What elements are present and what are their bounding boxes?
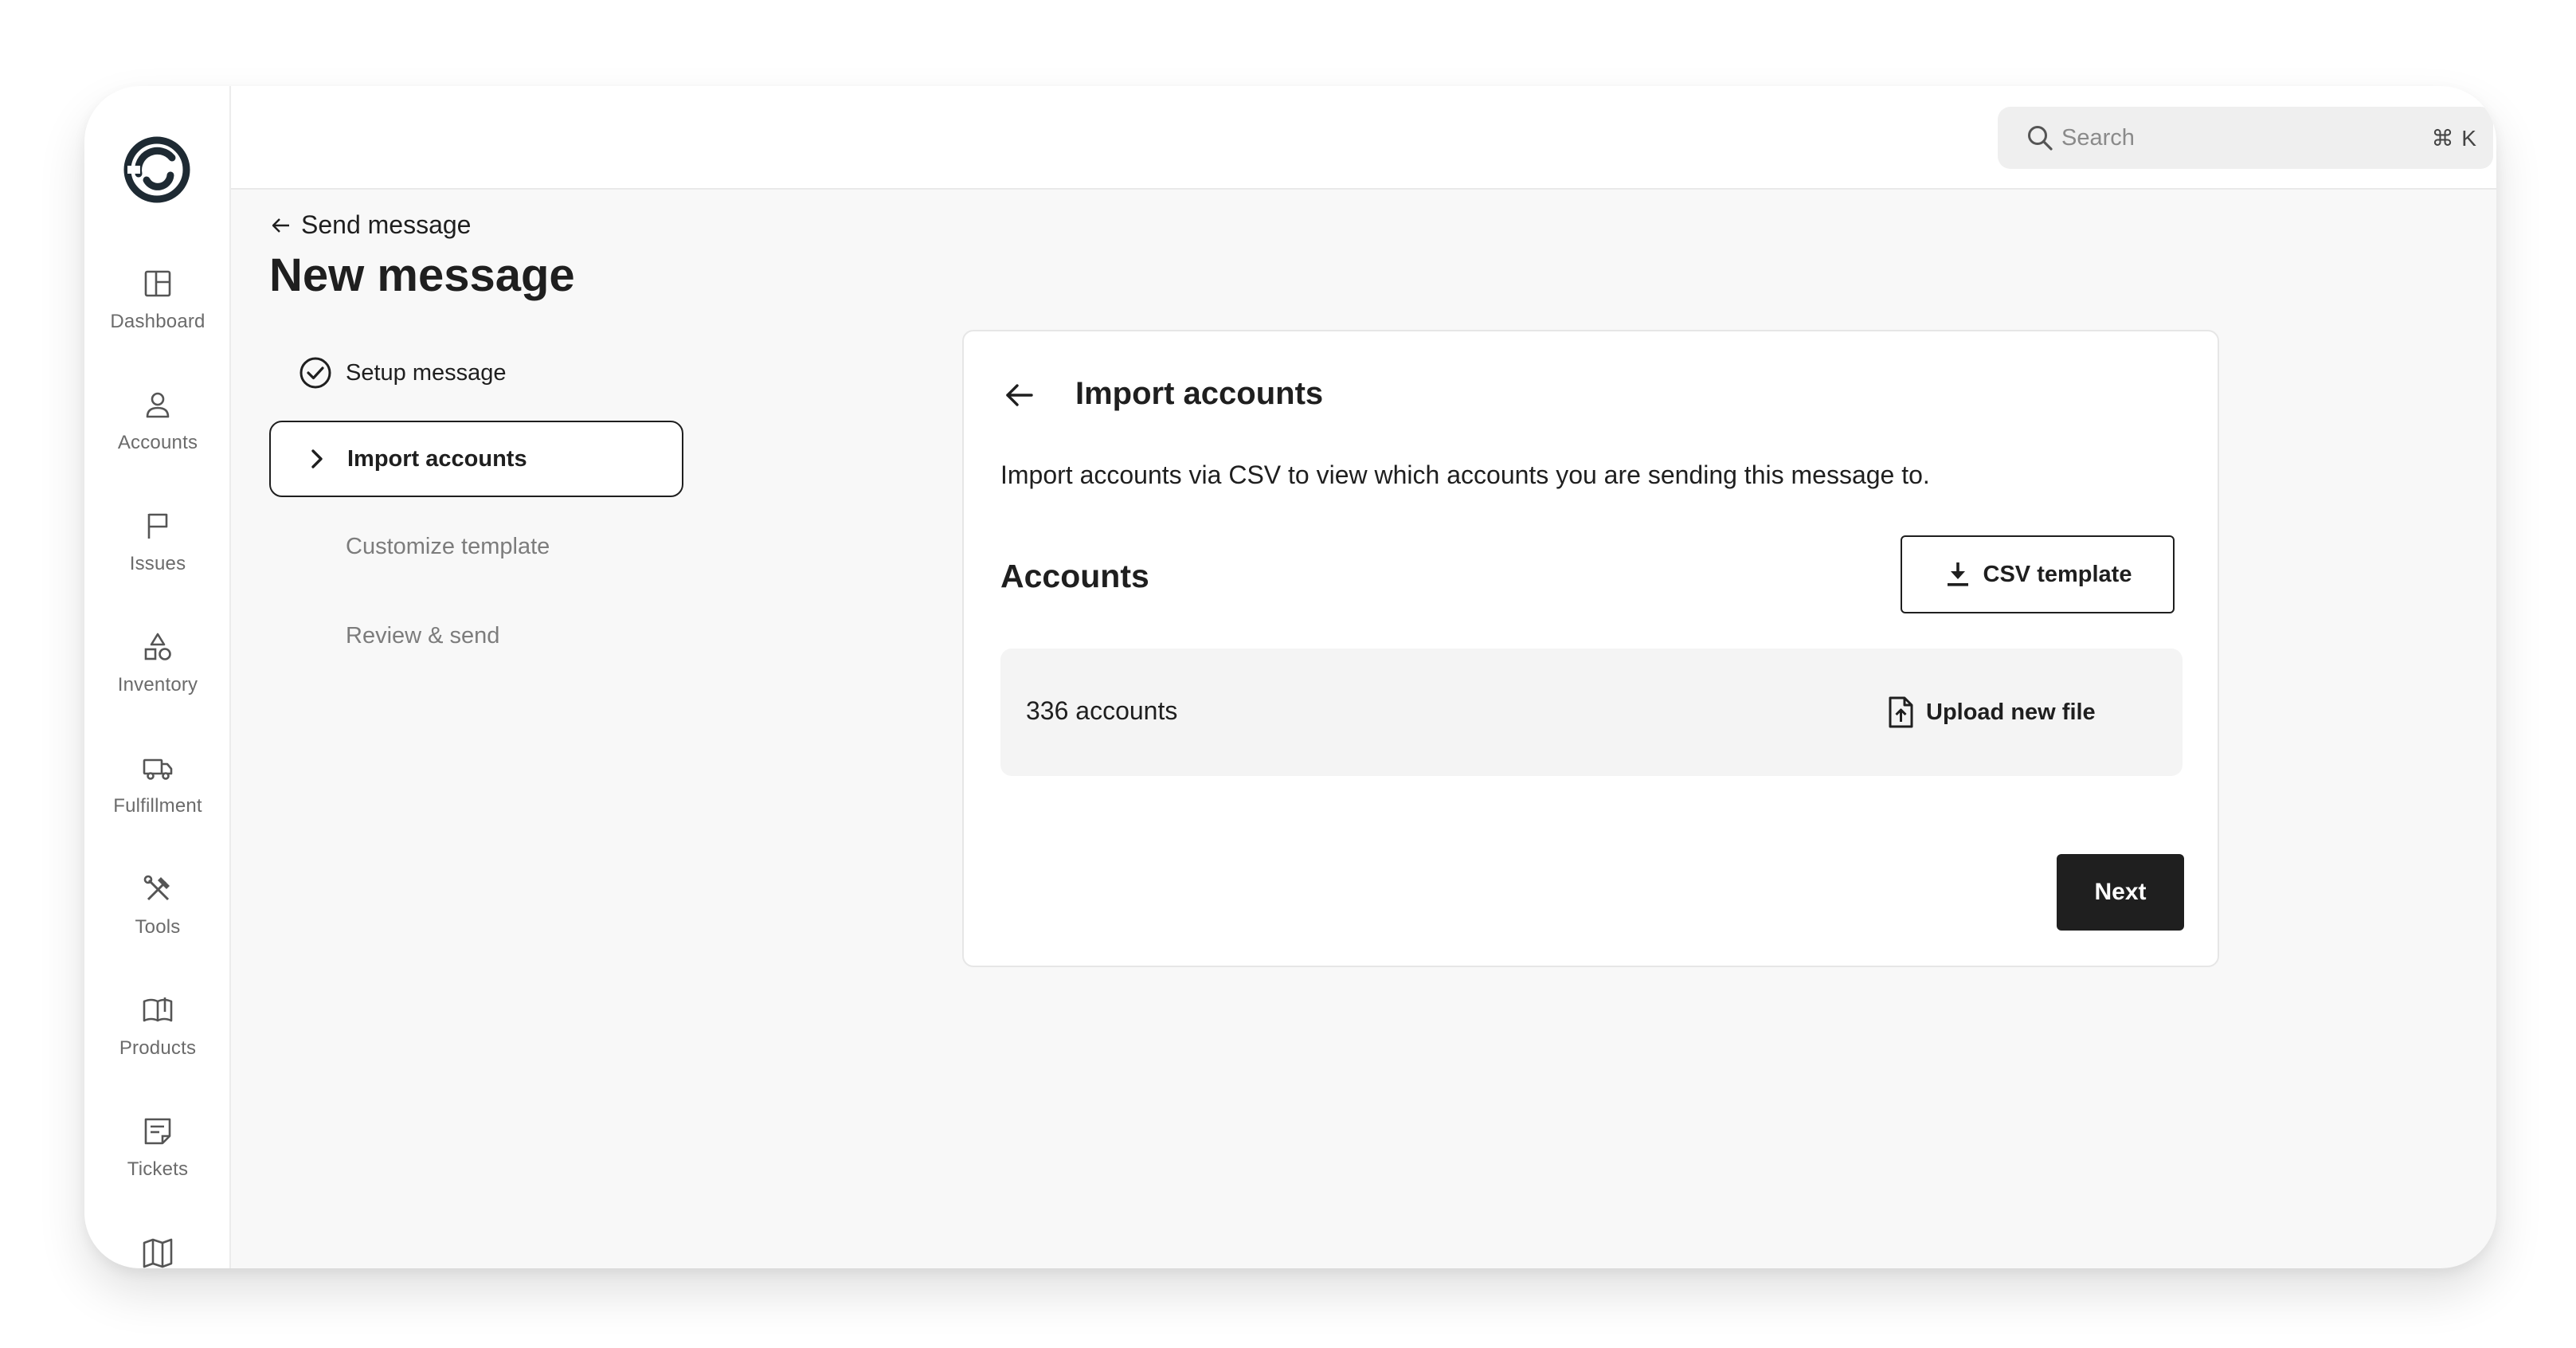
arrow-left-icon xyxy=(1006,384,1033,406)
search-box[interactable]: ⌘ K xyxy=(1998,107,2493,169)
sidebar-item-tools[interactable]: Tools xyxy=(84,873,231,961)
accounts-summary-box: 336 accounts Upload new file xyxy=(1000,649,2183,776)
step-label: Review & send xyxy=(346,622,500,649)
sidebar-item-products[interactable]: Products xyxy=(84,994,231,1082)
sidebar-item-label: Inventory xyxy=(117,674,198,696)
chevron-right-icon xyxy=(293,441,341,476)
import-accounts-card: Import accounts Import accounts via CSV … xyxy=(962,330,2219,967)
file-upload-icon xyxy=(1889,696,1913,728)
step-label: Setup message xyxy=(346,359,507,386)
back-link-label: Send message xyxy=(301,210,472,239)
sidebar-item-dashboard[interactable]: Dashboard xyxy=(84,268,231,355)
search-input[interactable] xyxy=(2061,124,2432,151)
book-icon xyxy=(143,997,173,1022)
sidebar-item-label: Products xyxy=(119,1037,197,1059)
sidebar-item-fulfillment[interactable]: Fulfillment xyxy=(84,752,231,840)
step-import-accounts[interactable]: Import accounts xyxy=(269,421,683,497)
ticket-icon xyxy=(144,1118,171,1145)
card-title: Import accounts xyxy=(1075,376,1324,411)
card-description: Import accounts via CSV to view which ac… xyxy=(1000,460,1930,489)
step-review-send[interactable]: Review & send xyxy=(269,598,683,674)
sidebar: Dashboard Accounts Issues Inventory Fulf… xyxy=(84,86,231,1268)
sidebar-item-label: Issues xyxy=(129,553,186,574)
step-label: Customize template xyxy=(346,533,550,559)
sidebar-item-label: Tools xyxy=(135,916,181,938)
sidebar-item-label: Fulfillment xyxy=(113,795,202,817)
accounts-section-title: Accounts xyxy=(1000,558,1149,594)
arrow-left-icon xyxy=(272,217,289,233)
csv-template-label: CSV template xyxy=(1983,561,2132,587)
app-window: Dashboard Accounts Issues Inventory Fulf… xyxy=(84,86,2496,1268)
step-label: Import accounts xyxy=(347,445,527,472)
step-customize-template[interactable]: Customize template xyxy=(269,508,683,585)
sidebar-item-label: Dashboard xyxy=(110,311,206,332)
shapes-icon xyxy=(144,633,171,660)
sidebar-item-label: Accounts xyxy=(117,432,198,453)
search-shortcut-hint: ⌘ K xyxy=(2431,125,2477,151)
sidebar-item-map[interactable] xyxy=(84,1236,231,1268)
check-circle-icon xyxy=(292,355,339,390)
tools-icon xyxy=(143,875,170,901)
accounts-count: 336 accounts xyxy=(1026,696,1178,725)
download-icon xyxy=(1947,562,1968,586)
upload-new-file-label: Upload new file xyxy=(1926,699,2096,725)
sidebar-item-inventory[interactable]: Inventory xyxy=(84,631,231,719)
flag-icon xyxy=(147,513,168,539)
step-setup-message[interactable]: Setup message xyxy=(269,335,683,411)
sidebar-item-label: Tickets xyxy=(127,1158,189,1180)
search-icon xyxy=(2028,126,2053,151)
top-bar: ⌘ K TB xyxy=(231,86,2496,190)
back-to-send-message-link[interactable]: Send message xyxy=(269,210,471,240)
next-button[interactable]: Next xyxy=(2057,854,2184,931)
dashboard-icon xyxy=(144,270,171,297)
card-back-button[interactable] xyxy=(999,374,1040,416)
csv-template-button[interactable]: CSV template xyxy=(1901,535,2175,613)
sidebar-item-tickets[interactable]: Tickets xyxy=(84,1115,231,1203)
user-icon xyxy=(146,392,170,418)
truck-icon xyxy=(143,758,173,780)
brand-logo-icon[interactable] xyxy=(123,135,191,204)
upload-new-file-button[interactable]: Upload new file xyxy=(1864,687,2118,738)
page-title: New message xyxy=(269,249,575,301)
map-icon xyxy=(143,1238,173,1268)
sidebar-item-accounts[interactable]: Accounts xyxy=(84,389,231,476)
sidebar-item-issues[interactable]: Issues xyxy=(84,510,231,598)
